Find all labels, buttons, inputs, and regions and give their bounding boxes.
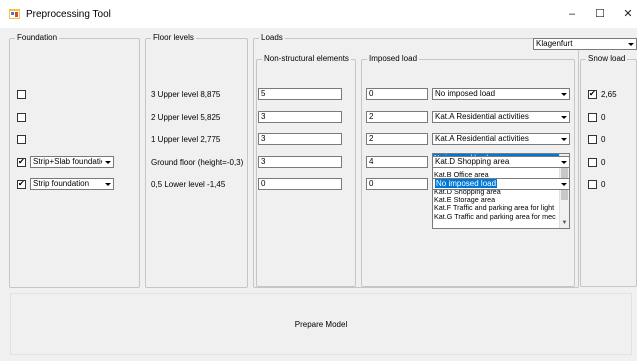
imposed-load-group-label: Imposed load [367,54,420,63]
imposed-load-input[interactable]: 0 [366,178,428,190]
snow-load-checkbox[interactable] [588,113,597,122]
non-structural-input[interactable]: 0 [258,178,342,190]
foundation-checkbox[interactable] [17,178,26,190]
imposed-category-value: Kat.A Residential activities [435,134,529,143]
snow-load-value: 0 [601,113,606,122]
location-value: Klagenfurt [536,39,573,48]
foundation-type-value: Strip foundation [33,179,90,188]
imposed-category-combobox[interactable]: Kat.A Residential activities [432,133,570,145]
non-structural-group-label: Non-structural elements [262,54,351,63]
non-structural-input[interactable]: 5 [258,88,342,100]
non-structural-input[interactable]: 3 [258,133,342,145]
close-button[interactable]: ✕ [620,6,636,22]
scroll-down-icon[interactable]: ▼ [560,219,569,228]
snow-load-value: 0 [601,158,606,167]
snow-load-value: 0 [601,135,606,144]
maximize-button[interactable]: ☐ [592,6,608,22]
snow-load-value: 2,65 [601,90,617,99]
foundation-checkbox[interactable] [17,156,26,168]
chevron-down-icon[interactable] [558,157,569,167]
window-title: Preprocessing Tool [26,9,111,20]
chevron-down-icon[interactable] [625,39,636,49]
snow-load-checkbox[interactable] [588,158,597,167]
foundation-type-value: Strip+Slab foundation [33,157,110,166]
imposed-load-input[interactable]: 2 [366,133,428,145]
non-structural-input[interactable]: 3 [258,111,342,123]
imposed-category-combobox[interactable]: Kat.A Residential activities [432,111,570,123]
imposed-category-combobox[interactable]: No imposed load [432,178,570,190]
floor-level-label: 3 Upper level 8,875 [151,90,221,99]
imposed-category-combobox[interactable]: Kat.D Shopping area [432,156,570,168]
floor-levels-group-label: Floor levels [151,33,196,42]
prepare-model-button[interactable]: Prepare Model [10,293,632,355]
dropdown-option[interactable]: Kat.G Traffic and parking area for mec [433,212,569,221]
non-structural-input[interactable]: 3 [258,156,342,168]
floor-level-label: 0,5 Lower level -1,45 [151,180,226,189]
minimize-button[interactable]: – [564,6,580,22]
loads-group-label: Loads [259,33,285,42]
chevron-down-icon[interactable] [558,112,569,122]
floor-level-label: 1 Upper level 2,775 [151,135,221,144]
app-icon [9,9,20,19]
foundation-group-label: Foundation [15,33,60,42]
imposed-category-value: No imposed load [435,89,496,98]
location-combobox[interactable]: Klagenfurt [533,38,637,50]
imposed-load-input[interactable]: 0 [366,88,428,100]
snow-load-value: 0 [601,180,606,189]
chevron-down-icon[interactable] [558,179,569,189]
chevron-down-icon[interactable] [102,179,113,189]
snow-load-checkbox[interactable] [588,180,597,189]
snow-load-checkbox[interactable] [588,88,597,100]
imposed-category-value: Kat.A Residential activities [435,112,529,121]
snow-load-checkbox[interactable] [588,135,597,144]
imposed-load-input[interactable]: 2 [366,111,428,123]
imposed-category-combobox[interactable]: No imposed load [432,88,570,100]
foundation-checkbox[interactable] [17,135,26,144]
foundation-checkbox[interactable] [17,90,26,99]
chevron-down-icon[interactable] [102,157,113,167]
imposed-category-value: Kat.D Shopping area [435,157,510,166]
floor-level-label: 2 Upper level 5,825 [151,113,221,122]
foundation-type-combobox[interactable]: Strip foundation [30,178,114,190]
foundation-type-combobox[interactable]: Strip+Slab foundation [30,156,114,168]
floor-level-label: Ground floor (height=-0,3) [151,158,244,167]
imposed-load-input[interactable]: 4 [366,156,428,168]
chevron-down-icon[interactable] [558,89,569,99]
imposed-category-value: No imposed load [435,179,498,188]
snow-load-group-label: Snow load [586,54,628,63]
chevron-down-icon[interactable] [558,134,569,144]
title-bar: Preprocessing Tool – ☐ ✕ [0,0,637,28]
foundation-checkbox[interactable] [17,113,26,122]
